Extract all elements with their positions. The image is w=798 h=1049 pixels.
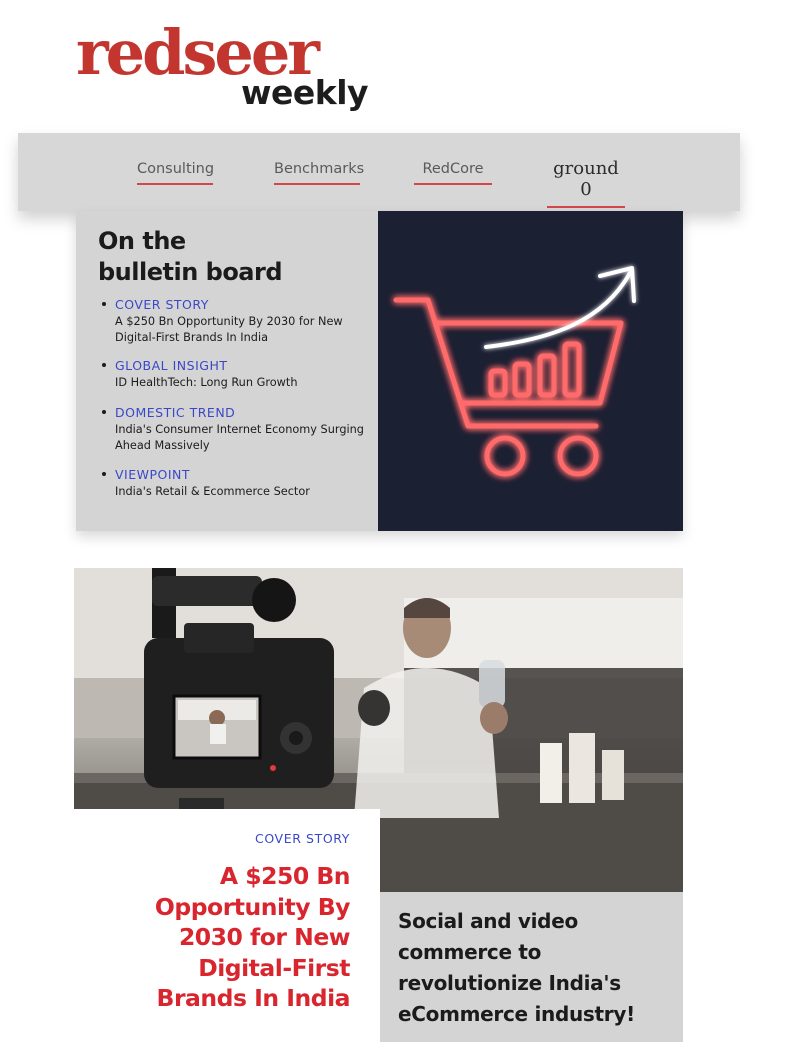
top-nav: Consulting Benchmarks RedCore ground 0 [18, 133, 740, 211]
bulletin-title: On the bulletin board [98, 226, 283, 288]
cover-story-headline-panel: COVER STORY A $250 Bn Opportunity By 203… [74, 809, 380, 1042]
bulletin-item-text: A $250 Bn Opportunity By 2030 for New Di… [115, 315, 343, 344]
cover-story-tag: COVER STORY [255, 831, 350, 846]
bulletin-title-line1: On the [98, 227, 186, 255]
bulletin-item-tag: VIEWPOINT [115, 467, 191, 482]
nav-ground0-link[interactable]: ground 0 [547, 158, 625, 208]
bulletin-item-tag: DOMESTIC TREND [115, 405, 236, 420]
nav-benchmarks-link[interactable]: Benchmarks [274, 161, 364, 185]
bullet-icon [102, 472, 106, 476]
bulletin-item-tag: GLOBAL INSIGHT [115, 358, 228, 373]
redseer-weekly-logo[interactable]: redseer weekly [76, 22, 376, 122]
nav-consulting-link[interactable]: Consulting [137, 161, 214, 185]
bullet-icon [102, 302, 106, 306]
nav-redcore-link[interactable]: RedCore [414, 161, 492, 185]
bulletin-item-text: India's Retail & Ecommerce Sector [115, 485, 310, 498]
cover-story-subhead-panel: Social and video commerce to revolutioni… [380, 892, 683, 1042]
logo-subtitle: weekly [241, 73, 369, 112]
bulletin-panel: On the bulletin board COVER STORY A $250… [76, 211, 378, 531]
bulletin-item-tag: COVER STORY [115, 297, 209, 312]
cover-story-headline[interactable]: A $250 Bn Opportunity By 2030 for New Di… [110, 861, 351, 1014]
bullet-icon [102, 410, 106, 414]
bulletin-item-text: India's Consumer Internet Economy Surgin… [115, 423, 364, 452]
cover-story-subhead: Social and video commerce to revolutioni… [398, 909, 635, 1026]
neon-shopping-cart-growth-icon [378, 211, 683, 531]
bulletin-item-text: ID HealthTech: Long Run Growth [115, 376, 298, 389]
bulletin-title-line2: bulletin board [98, 258, 283, 286]
bulletin-board: On the bulletin board COVER STORY A $250… [76, 211, 683, 531]
bullet-icon [102, 363, 106, 367]
cover-story-card[interactable]: COVER STORY A $250 Bn Opportunity By 203… [74, 568, 683, 1042]
